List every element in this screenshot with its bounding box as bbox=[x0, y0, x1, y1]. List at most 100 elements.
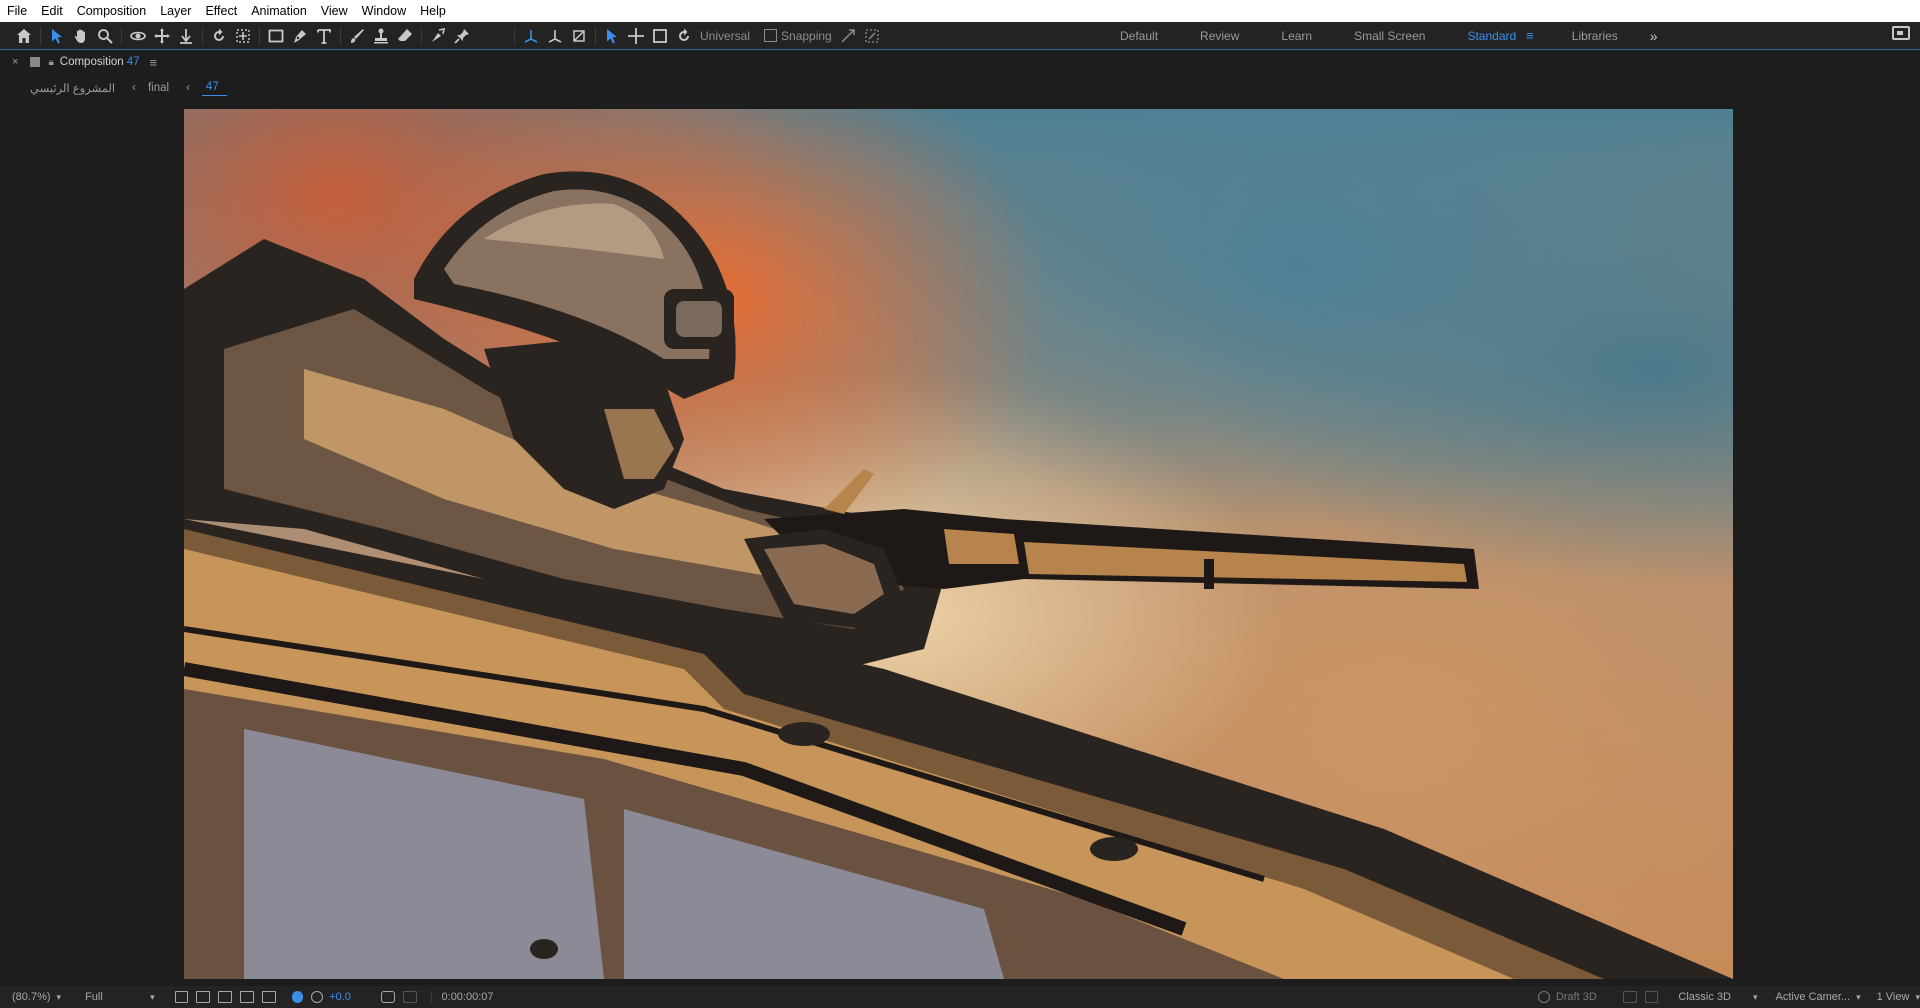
workspace-default[interactable]: Default bbox=[1120, 29, 1158, 43]
rotate-tool-icon[interactable] bbox=[207, 24, 231, 48]
menu-edit[interactable]: Edit bbox=[34, 0, 70, 22]
menu-composition[interactable]: Composition bbox=[70, 0, 153, 22]
panel-menu-icon[interactable]: ≡ bbox=[149, 55, 157, 70]
viewer-status-bar: (80.7%) ▾ Full ▾ +0.0 0:00:00:07 Draft 3… bbox=[0, 986, 1920, 1008]
dolly-camera-icon[interactable] bbox=[174, 24, 198, 48]
guides-icon[interactable] bbox=[261, 991, 276, 1003]
close-tab-icon[interactable]: × bbox=[12, 56, 18, 68]
breadcrumb-separator: ‹ bbox=[186, 82, 190, 94]
toolbar-divider bbox=[514, 26, 515, 45]
orbit-camera-icon[interactable] bbox=[126, 24, 150, 48]
workspace-review[interactable]: Review bbox=[1200, 29, 1239, 43]
clone-stamp-icon[interactable] bbox=[369, 24, 393, 48]
composition-tab[interactable]: × 🔒︎ Composition 47 ≡ bbox=[0, 50, 157, 74]
composition-number: 47 bbox=[126, 56, 140, 68]
menu-animation[interactable]: Animation bbox=[244, 0, 314, 22]
home-icon[interactable] bbox=[12, 24, 36, 48]
snapshot-camera-icon[interactable] bbox=[380, 991, 395, 1003]
text-tool-icon[interactable] bbox=[312, 24, 336, 48]
exposure-reset-icon[interactable] bbox=[311, 991, 324, 1003]
workspace-menu-icon[interactable]: ≡ bbox=[1526, 28, 1534, 43]
snapping-checkbox[interactable] bbox=[764, 29, 778, 42]
composition-breadcrumb: المشروع الرئيسي ‹ final ‹ 47 bbox=[30, 78, 227, 98]
resolution-dropdown[interactable]: Full bbox=[85, 991, 144, 1003]
rotate-gizmo-icon[interactable] bbox=[672, 24, 696, 48]
tools-toolbar: Universal Snapping Default Review Learn … bbox=[0, 22, 1920, 49]
menu-file[interactable]: File bbox=[0, 0, 34, 22]
lock-icon[interactable]: 🔒︎ bbox=[48, 57, 53, 68]
pan-behind-icon[interactable] bbox=[231, 24, 255, 48]
current-time[interactable]: 0:00:00:07 bbox=[430, 991, 530, 1003]
breadcrumb-final[interactable]: final bbox=[148, 82, 169, 94]
extended-viewer-icon[interactable] bbox=[1622, 991, 1637, 1003]
mask-visibility-icon[interactable] bbox=[218, 991, 232, 1003]
show-snapshot-icon[interactable] bbox=[402, 991, 417, 1003]
workspace-small-screen[interactable]: Small Screen bbox=[1354, 29, 1425, 43]
menu-help[interactable]: Help bbox=[413, 0, 453, 22]
workspace-learn[interactable]: Learn bbox=[1281, 29, 1312, 43]
color-management-icon[interactable] bbox=[291, 991, 304, 1003]
draft-3d-icon[interactable] bbox=[1538, 991, 1550, 1003]
pen-tool-icon[interactable] bbox=[288, 24, 312, 48]
eraser-tool-icon[interactable] bbox=[393, 24, 417, 48]
workspace-switcher: Default Review Learn Small Screen Standa… bbox=[1120, 22, 1658, 49]
toolbar-divider bbox=[595, 26, 596, 45]
exposure-value[interactable]: +0.0 bbox=[329, 991, 351, 1003]
axis-world-icon[interactable] bbox=[543, 24, 567, 48]
menu-window[interactable]: Window bbox=[355, 0, 413, 22]
universal-select-icon[interactable] bbox=[600, 24, 624, 48]
pan-camera-icon[interactable] bbox=[150, 24, 174, 48]
roto-brush-icon[interactable] bbox=[426, 24, 450, 48]
snap-features-icon[interactable] bbox=[860, 24, 884, 48]
workspace-overflow-icon[interactable]: » bbox=[1650, 28, 1658, 44]
renderer-dropdown[interactable]: Classic 3D bbox=[1678, 991, 1731, 1003]
menu-view[interactable]: View bbox=[314, 0, 355, 22]
toolbar-divider bbox=[40, 26, 41, 45]
panel-title: Composition bbox=[59, 56, 124, 68]
3d-ground-plane-icon[interactable] bbox=[1644, 991, 1659, 1003]
search-help-icon[interactable] bbox=[1892, 26, 1910, 40]
chevron-down-icon[interactable]: ▾ bbox=[1753, 992, 1758, 1003]
fast-preview-icon[interactable] bbox=[174, 991, 189, 1003]
rectangle-tool-icon[interactable] bbox=[264, 24, 288, 48]
menu-bar: File Edit Composition Layer Effect Anima… bbox=[0, 0, 1920, 22]
selection-tool-icon[interactable] bbox=[45, 24, 69, 48]
breadcrumb-main-project[interactable]: المشروع الرئيسي bbox=[30, 81, 115, 95]
toolbar-divider bbox=[259, 26, 260, 45]
breadcrumb-47[interactable]: 47 bbox=[201, 81, 227, 96]
toolbar-divider bbox=[202, 26, 203, 45]
chevron-down-icon[interactable]: ▾ bbox=[57, 992, 62, 1003]
hand-tool-icon[interactable] bbox=[69, 24, 93, 48]
composition-viewer[interactable] bbox=[184, 109, 1733, 979]
workspace-standard[interactable]: Standard bbox=[1467, 29, 1516, 43]
region-of-interest-icon[interactable] bbox=[239, 991, 254, 1003]
menu-layer[interactable]: Layer bbox=[153, 0, 198, 22]
puppet-pin-icon[interactable] bbox=[450, 24, 474, 48]
snapping-label: Snapping bbox=[781, 28, 832, 43]
transparency-grid-icon[interactable] bbox=[196, 991, 211, 1003]
toolbar-divider bbox=[340, 26, 341, 45]
chevron-down-icon[interactable]: ▾ bbox=[1856, 992, 1861, 1003]
brush-tool-icon[interactable] bbox=[345, 24, 369, 48]
composition-color-swatch bbox=[30, 57, 41, 67]
scale-icon[interactable] bbox=[648, 24, 672, 48]
toolbar-divider bbox=[421, 26, 422, 45]
chevron-down-icon[interactable]: ▾ bbox=[1915, 992, 1920, 1003]
menu-effect[interactable]: Effect bbox=[198, 0, 244, 22]
axis-local-icon[interactable] bbox=[519, 24, 543, 48]
axis-view-icon[interactable] bbox=[567, 24, 591, 48]
soldier-illustration bbox=[184, 171, 1733, 979]
move-icon[interactable] bbox=[624, 24, 648, 48]
toolbar-divider bbox=[121, 26, 122, 45]
view-layout-dropdown[interactable]: 1 View bbox=[1877, 991, 1910, 1003]
universal-label: Universal bbox=[700, 28, 751, 43]
breadcrumb-separator: ‹ bbox=[132, 82, 136, 94]
snap-edges-icon[interactable] bbox=[836, 24, 860, 48]
composition-panel: × 🔒︎ Composition 47 ≡ المشروع الرئيسي ‹ … bbox=[0, 49, 1920, 1008]
draft-3d-toggle[interactable]: Draft 3D bbox=[1556, 991, 1597, 1003]
chevron-down-icon[interactable]: ▾ bbox=[150, 992, 155, 1003]
workspace-libraries[interactable]: Libraries bbox=[1572, 29, 1618, 43]
camera-view-dropdown[interactable]: Active Camer... bbox=[1776, 991, 1851, 1003]
magnification-dropdown[interactable]: (80.7%) bbox=[12, 991, 51, 1003]
zoom-tool-icon[interactable] bbox=[93, 24, 117, 48]
